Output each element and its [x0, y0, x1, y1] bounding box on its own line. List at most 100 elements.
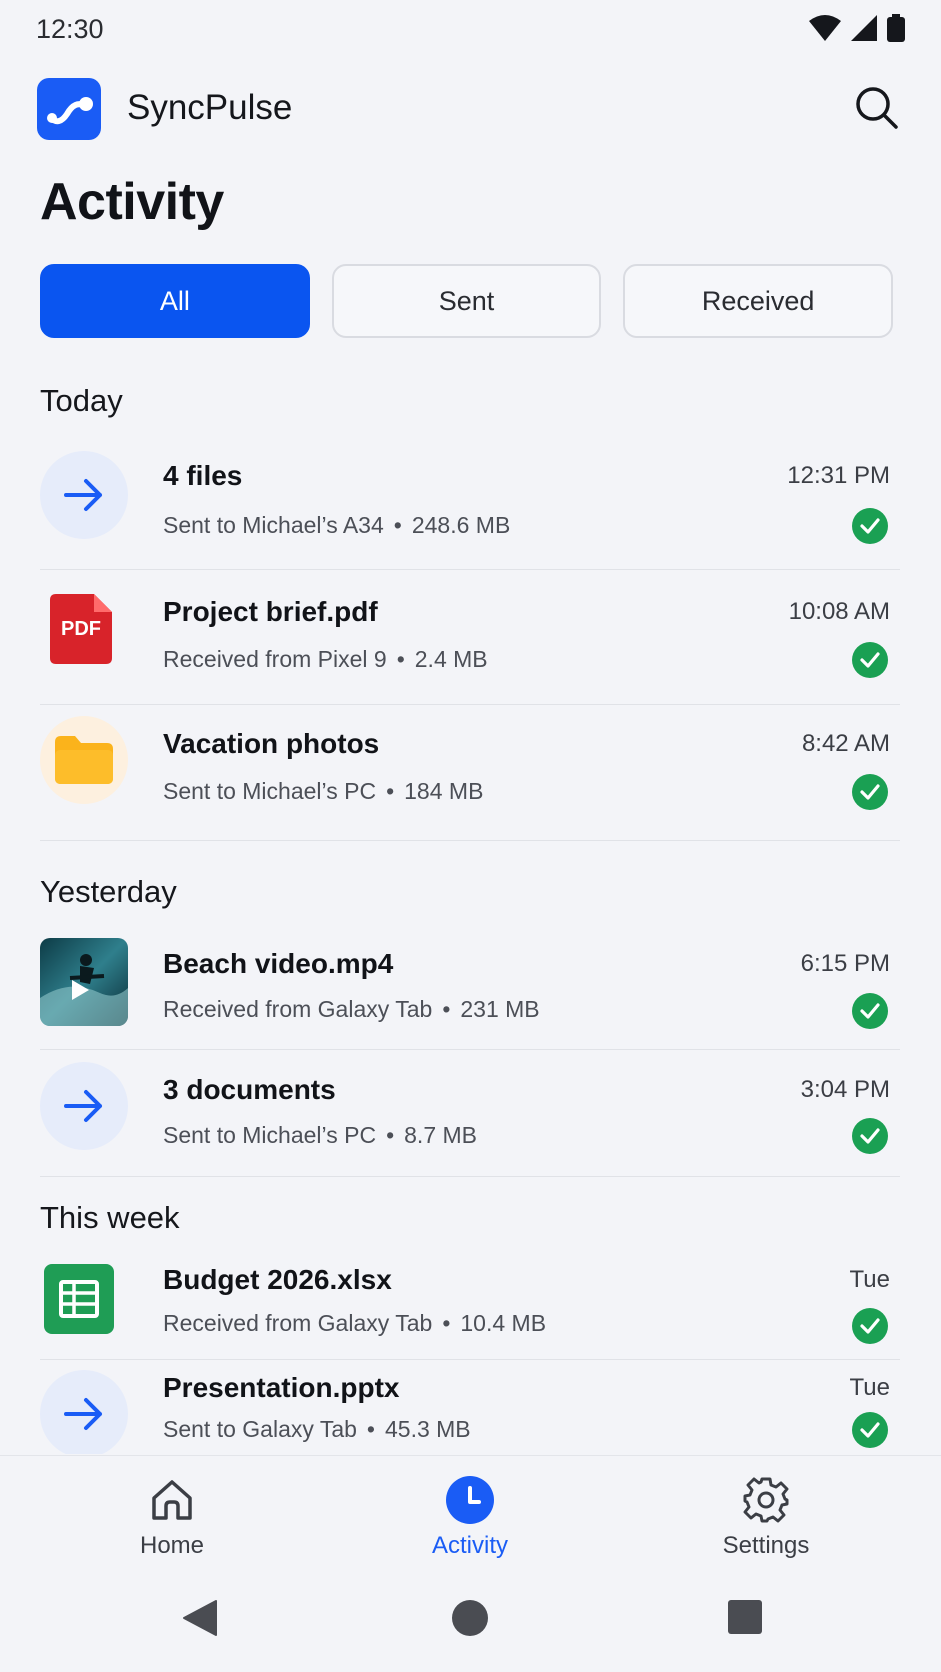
item-device: Sent to Michael’s A34: [163, 512, 384, 538]
item-time: 3:04 PM: [800, 1076, 890, 1103]
separator: •: [396, 646, 405, 672]
spreadsheet-icon: [44, 1264, 114, 1334]
divider: [40, 704, 900, 705]
item-meta: Received from Galaxy Tab • 10.4 MB: [163, 1310, 546, 1337]
section-yesterday: Yesterday: [40, 874, 177, 909]
send-arrow-icon: [40, 451, 128, 539]
item-size: 8.7 MB: [404, 1122, 478, 1148]
wifi-icon: [809, 15, 841, 41]
check-icon: [852, 642, 888, 678]
nav-settings-label: Settings: [722, 1532, 810, 1559]
item-title: 3 documents: [163, 1074, 336, 1105]
status-icons: [809, 14, 905, 42]
item-title: 4 files: [163, 460, 243, 491]
check-icon: [852, 993, 888, 1029]
item-meta: Received from Galaxy Tab • 231 MB: [163, 996, 540, 1023]
item-time: 10:08 AM: [788, 598, 890, 625]
separator: •: [393, 512, 402, 538]
item-device: Sent to Michael’s PC: [163, 778, 377, 804]
check-icon: [852, 1308, 888, 1344]
search-icon: [856, 87, 898, 129]
separator: •: [442, 996, 451, 1022]
nav-activity-label: Activity: [431, 1532, 508, 1559]
status-time: 12:30: [36, 14, 104, 44]
item-time: 6:15 PM: [800, 950, 890, 977]
separator: •: [386, 778, 395, 804]
item-size: 248.6 MB: [411, 512, 511, 538]
divider: [40, 569, 900, 570]
item-title: Presentation.pptx: [163, 1372, 400, 1403]
separator: •: [386, 1122, 395, 1148]
filter-tab-received[interactable]: Received: [623, 264, 894, 338]
folder-icon: [40, 716, 128, 804]
item-device: Received from Galaxy Tab: [163, 1310, 433, 1336]
item-meta: Sent to Michael’s A34 • 248.6 MB: [163, 512, 510, 539]
section-today: Today: [40, 383, 123, 418]
activity-item[interactable]: PDF Project brief.pdf Received from Pixe…: [40, 584, 900, 714]
signal-icon: [851, 15, 877, 41]
app-logo: [37, 78, 101, 140]
separator: •: [366, 1416, 375, 1442]
item-meta: Received from Pixel 9 • 2.4 MB: [163, 646, 488, 673]
item-size: 2.4 MB: [414, 646, 488, 672]
home-icon: [152, 1480, 192, 1520]
item-device: Sent to Galaxy Tab: [163, 1416, 357, 1442]
send-arrow-icon: [40, 1062, 128, 1150]
pdf-icon-label: PDF: [61, 618, 101, 640]
item-meta: Sent to Galaxy Tab • 45.3 MB: [163, 1416, 471, 1443]
item-size: 45.3 MB: [384, 1416, 471, 1442]
item-size: 10.4 MB: [460, 1310, 547, 1336]
item-title: Project brief.pdf: [163, 596, 378, 627]
divider: [40, 1176, 900, 1177]
bottom-nav: Home Activity Settings: [0, 1455, 941, 1575]
item-time: Tue: [849, 1374, 890, 1401]
page-title: Activity: [40, 173, 224, 231]
gear-icon: [743, 1477, 789, 1523]
filter-tab-sent[interactable]: Sent: [331, 264, 602, 338]
item-title: Beach video.mp4: [163, 948, 394, 979]
nav-home-label: Home: [139, 1532, 205, 1559]
filter-tabs: All Sent Received: [40, 264, 894, 338]
nav-activity[interactable]: Activity: [380, 1476, 560, 1566]
nav-settings[interactable]: Settings: [676, 1476, 856, 1566]
item-device: Sent to Michael’s PC: [163, 1122, 377, 1148]
app-header: SyncPulse: [0, 74, 941, 140]
item-meta: Sent to Michael’s PC • 8.7 MB: [163, 1122, 477, 1149]
item-size: 231 MB: [460, 996, 540, 1022]
activity-item[interactable]: Vacation photos Sent to Michael’s PC • 184…: [40, 716, 900, 846]
system-nav-bar: [0, 1575, 941, 1672]
battery-icon: [887, 14, 905, 42]
send-arrow-icon: [40, 1370, 128, 1454]
item-time: 8:42 AM: [801, 730, 890, 757]
nav-home[interactable]: Home: [82, 1476, 262, 1566]
check-icon: [852, 508, 888, 544]
filter-tab-all[interactable]: All: [40, 264, 310, 338]
activity-item[interactable]: 4 files Sent to Michael’s A34 • 248.6 MB 1…: [40, 448, 900, 578]
back-icon[interactable]: [180, 1599, 218, 1637]
check-icon: [852, 1412, 888, 1448]
home-circle-icon[interactable]: [451, 1599, 489, 1637]
item-size: 184 MB: [404, 778, 484, 804]
separator: •: [442, 1310, 451, 1336]
clock-icon: [446, 1476, 494, 1524]
item-device: Received from Galaxy Tab: [163, 996, 433, 1022]
status-bar: 12:30: [0, 0, 941, 60]
video-thumbnail: [40, 938, 128, 1026]
activity-item[interactable]: Presentation.pptx Sent to Galaxy Tab • 45.…: [40, 1370, 900, 1454]
recents-icon[interactable]: [727, 1599, 763, 1635]
activity-item[interactable]: 3 documents Sent to Michael’s PC • 8.7 MB …: [40, 1062, 900, 1192]
app-name: SyncPulse: [127, 88, 293, 127]
search-button[interactable]: [853, 84, 899, 130]
item-title: Vacation photos: [163, 728, 380, 759]
pdf-icon: PDF: [50, 594, 112, 664]
divider: [40, 1359, 900, 1360]
divider: [40, 1049, 900, 1050]
check-icon: [852, 1118, 888, 1154]
check-icon: [852, 774, 888, 810]
item-title: Budget 2026.xlsx: [163, 1264, 392, 1295]
section-this-week: This week: [40, 1200, 180, 1235]
item-meta: Sent to Michael’s PC • 184 MB: [163, 778, 483, 805]
item-device: Received from Pixel 9: [163, 646, 387, 672]
item-time: Tue: [849, 1266, 890, 1293]
item-time: 12:31 PM: [787, 462, 890, 489]
